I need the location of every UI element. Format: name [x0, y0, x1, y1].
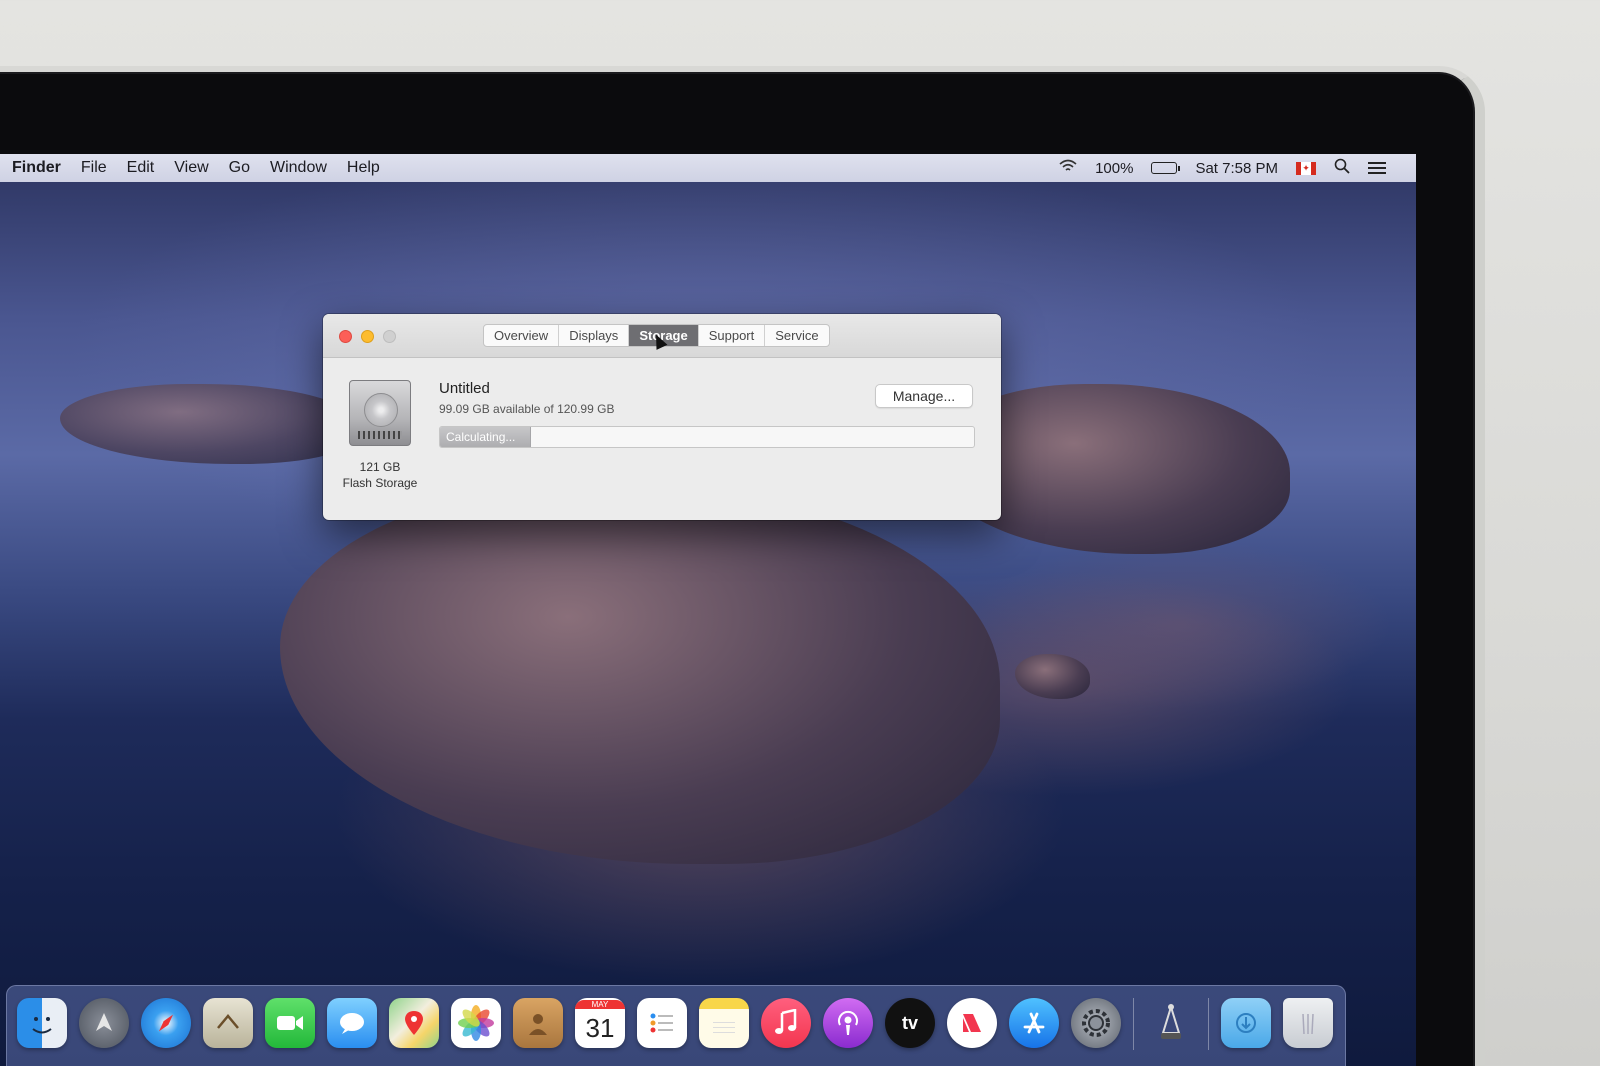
tab-displays[interactable]: Displays: [559, 325, 630, 346]
mail-icon[interactable]: [203, 998, 253, 1048]
menu-go[interactable]: Go: [219, 159, 260, 177]
zoom-button[interactable]: [383, 330, 396, 343]
wifi-icon[interactable]: [1059, 159, 1077, 177]
menu-window[interactable]: Window: [260, 159, 337, 177]
menu-view[interactable]: View: [164, 159, 218, 177]
calendar-icon[interactable]: MAY 31: [575, 998, 625, 1048]
disk-platter: [364, 393, 398, 427]
storage-panel: 121 GB Flash Storage Untitled 99.09 GB a…: [323, 358, 1001, 520]
input-source-flag-icon[interactable]: ✦: [1296, 161, 1316, 175]
menu-file[interactable]: File: [71, 159, 117, 177]
contacts-icon[interactable]: [513, 998, 563, 1048]
wallpaper-island-left: [60, 384, 360, 464]
news-icon[interactable]: [947, 998, 997, 1048]
menu-left: Finder File Edit View Go Window Help: [0, 159, 390, 177]
disk-size-label: 121 GB: [359, 460, 401, 474]
notes-icon[interactable]: [699, 998, 749, 1048]
battery-percent[interactable]: 100%: [1095, 160, 1133, 177]
photos-icon[interactable]: [451, 998, 501, 1048]
menu-edit[interactable]: Edit: [117, 159, 165, 177]
menu-clock[interactable]: Sat 7:58 PM: [1195, 160, 1278, 177]
podcasts-icon[interactable]: [823, 998, 873, 1048]
hard-disk-icon: [349, 380, 411, 446]
system-preferences-icon[interactable]: [1071, 998, 1121, 1048]
spotlight-search-icon[interactable]: [1334, 158, 1350, 178]
menu-help[interactable]: Help: [337, 159, 390, 177]
trash-icon[interactable]: [1283, 998, 1333, 1048]
disk-type-label: Flash Storage: [342, 476, 418, 490]
volume-name: Untitled: [439, 380, 490, 397]
downloads-folder-icon[interactable]: [1221, 998, 1271, 1048]
window-titlebar: Overview Displays Storage Support Servic…: [323, 314, 1001, 358]
safari-icon[interactable]: [141, 998, 191, 1048]
utility-app-icon[interactable]: [1146, 998, 1196, 1048]
launchpad-icon[interactable]: [79, 998, 129, 1048]
tab-overview[interactable]: Overview: [484, 325, 560, 346]
window-controls: [339, 330, 396, 343]
finder-icon[interactable]: [17, 998, 67, 1048]
messages-icon[interactable]: [327, 998, 377, 1048]
tab-service[interactable]: Service: [765, 325, 828, 346]
music-icon[interactable]: [761, 998, 811, 1048]
menu-app-finder[interactable]: Finder: [12, 159, 71, 177]
about-this-mac-window: Overview Displays Storage Support Servic…: [323, 314, 1001, 520]
calendar-day: 31: [585, 1012, 615, 1043]
dock: MAY 31 tv: [6, 985, 1346, 1066]
tab-support[interactable]: Support: [699, 325, 766, 346]
apple-tv-icon[interactable]: tv: [885, 998, 935, 1048]
desktop-screen: Finder File Edit View Go Window Help 100…: [0, 154, 1416, 1066]
reminders-icon[interactable]: [637, 998, 687, 1048]
volume-available: 99.09 GB available of 120.99 GB: [439, 402, 615, 416]
minimize-button[interactable]: [361, 330, 374, 343]
manage-button[interactable]: Manage...: [875, 384, 973, 408]
storage-usage-bar: Calculating...: [439, 426, 975, 448]
disk-vents: [358, 431, 402, 439]
wallpaper-island-main: [280, 484, 1000, 864]
calendar-month: MAY: [575, 1000, 625, 1009]
menu-bar: Finder File Edit View Go Window Help 100…: [0, 154, 1416, 182]
menu-status-area: 100% Sat 7:58 PM ✦: [1059, 158, 1416, 178]
notification-center-icon[interactable]: [1368, 162, 1386, 174]
dock-separator-2: [1208, 998, 1209, 1050]
storage-calculating-segment: Calculating...: [440, 427, 531, 447]
battery-icon[interactable]: [1151, 162, 1181, 174]
close-button[interactable]: [339, 330, 352, 343]
maps-icon[interactable]: [389, 998, 439, 1048]
facetime-icon[interactable]: [265, 998, 315, 1048]
wallpaper-rock: [1015, 654, 1090, 699]
app-store-icon[interactable]: [1009, 998, 1059, 1048]
apple-tv-label: tv: [901, 1012, 918, 1033]
dock-separator: [1133, 998, 1134, 1050]
